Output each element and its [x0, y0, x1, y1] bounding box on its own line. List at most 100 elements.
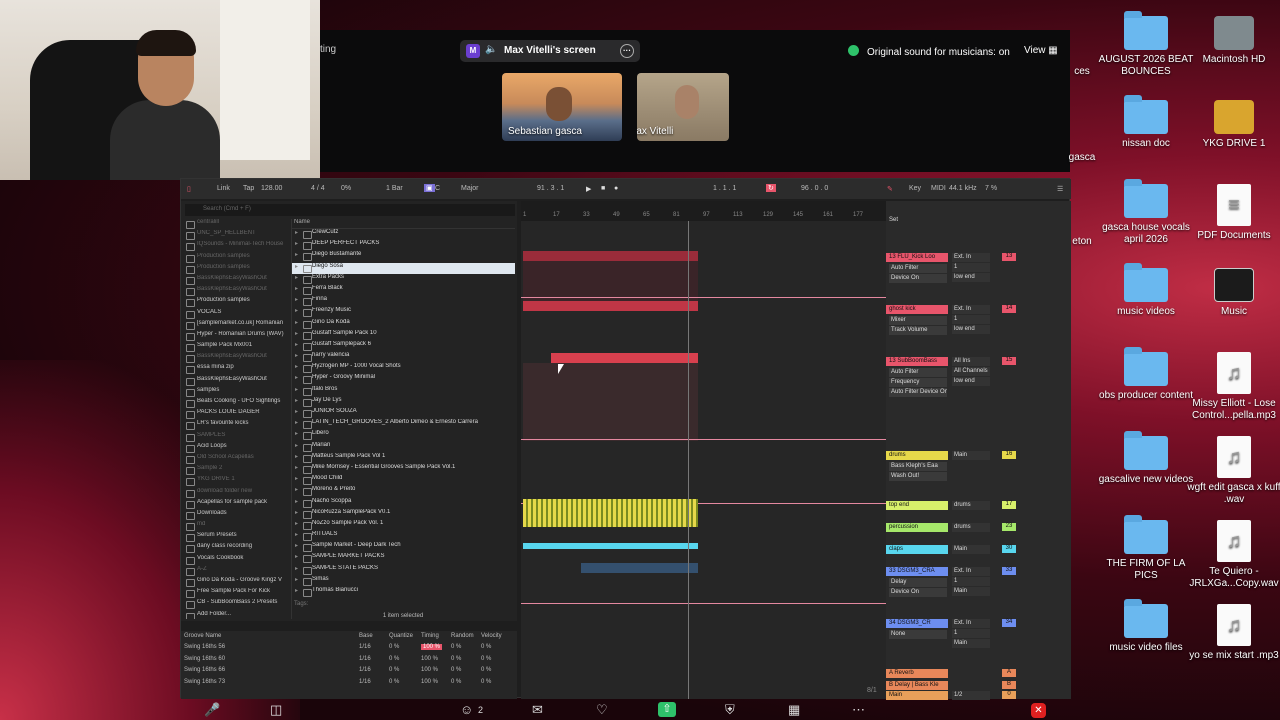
loop-icon[interactable]: ↻ — [766, 184, 776, 192]
desktop-icon[interactable]: Macintosh HD — [1184, 16, 1280, 66]
track-name[interactable]: A Reverb — [886, 669, 948, 678]
track-activator[interactable]: B — [1002, 681, 1016, 689]
browser-folder-item[interactable]: Mike Morrisey - Essential Grooves Sample… — [292, 464, 515, 475]
places-item[interactable]: [samplemarket.co.uk] Romanian — [185, 320, 289, 331]
io-chooser[interactable]: drums — [952, 501, 990, 510]
groove-cell[interactable]: 0 % — [481, 679, 491, 685]
browser-folder-item[interactable]: Hyper - Groovy Minimal — [292, 374, 515, 385]
device-chooser[interactable]: Auto Filter Device On — [889, 388, 947, 397]
groove-cell[interactable]: 1/16 — [359, 656, 371, 662]
browser-folder-item[interactable]: Thomas Bianucci — [292, 587, 515, 598]
io-chooser[interactable]: 1 — [952, 263, 990, 272]
device-chooser[interactable]: Mixer — [889, 316, 947, 325]
groove-cell[interactable]: 0 % — [481, 656, 491, 662]
device-chooser[interactable]: Auto Filter — [889, 368, 947, 377]
chat-icon[interactable]: ✉ — [532, 702, 543, 718]
io-chooser[interactable]: low end — [952, 377, 990, 386]
groove-cell[interactable]: 0 % — [389, 656, 399, 662]
clip-sub-body[interactable] — [523, 363, 698, 441]
track-activator[interactable]: 14 — [1002, 305, 1016, 313]
key-map-button[interactable]: Key — [909, 185, 921, 192]
browser-folder-item[interactable]: Simas — [292, 576, 515, 587]
loop-length[interactable]: 96 . 0 . 0 — [801, 185, 828, 192]
track-name[interactable]: 13 SubBoomBass — [886, 357, 948, 366]
groove-cell[interactable]: 0 % — [451, 656, 461, 662]
track-name[interactable]: percussion — [886, 523, 948, 532]
track-activator[interactable]: 30 — [1002, 545, 1016, 553]
reactions-icon[interactable]: ♡ — [596, 702, 608, 718]
places-item[interactable]: IQSounds - Minimal-Tech House — [185, 241, 289, 252]
desktop-icon[interactable]: ♫ yo se mix start .mp3 — [1184, 604, 1280, 662]
groove-cell[interactable]: 100 % — [421, 679, 438, 685]
io-chooser[interactable]: Ext. In — [952, 253, 990, 262]
places-item[interactable]: Old School Acapellas — [185, 454, 289, 465]
device-chooser[interactable]: Bass Kleph's Eaa — [889, 462, 947, 471]
play-icon[interactable]: ▶ — [586, 185, 591, 193]
groove-cell[interactable]: 1/16 — [359, 679, 371, 685]
browser-folder-item[interactable]: harry valencia — [292, 352, 515, 363]
browser-folder-item[interactable]: Extra Packs — [292, 274, 515, 285]
screen-share-pill[interactable]: M 🔈 Max Vitelli's screen ··· — [460, 40, 640, 62]
name-column-header[interactable]: Name — [292, 219, 515, 229]
places-item[interactable]: centralill — [185, 219, 289, 230]
desktop-icon[interactable]: gascalive new videos — [1096, 431, 1196, 486]
more-options-icon[interactable]: ⋯ — [852, 702, 865, 718]
desktop-icon[interactable]: music videos — [1096, 263, 1196, 318]
browser-folder-item[interactable]: Hy2rogen MP - 1000 Vocal Shots — [292, 363, 515, 374]
groove-cell[interactable]: 0 % — [451, 644, 461, 650]
track-name[interactable]: B Delay | Bass Kle — [886, 681, 948, 690]
track-name[interactable]: ghost kick — [886, 305, 948, 314]
browser-folder-item[interactable]: RITUALS — [292, 531, 515, 542]
track-name[interactable]: 33 DSGM3_CRA — [886, 567, 948, 576]
menu-icon[interactable]: ☰ — [1057, 185, 1063, 193]
io-chooser[interactable]: 1/2 — [952, 691, 990, 700]
places-item[interactable]: CB - SubBoomBass 2 Presets — [185, 599, 289, 610]
places-item[interactable]: Sample 2 — [185, 465, 289, 476]
mic-muted-icon[interactable]: 🎤 — [204, 702, 220, 718]
io-chooser[interactable]: All Channels — [952, 367, 990, 376]
browser-search-input[interactable]: Search (Cmd + F) — [185, 204, 515, 216]
desktop-icon[interactable]: ≡ PDF Documents — [1184, 184, 1280, 242]
groove-row[interactable]: Swing 16ths 56 1/16 0 % 100 % 0 % 0 % — [184, 644, 514, 654]
browser-folder-item[interactable]: Jay De Lys — [292, 397, 515, 408]
device-chooser[interactable]: Track Volume — [889, 326, 947, 335]
device-chooser[interactable]: Device On — [889, 274, 947, 283]
io-chooser[interactable]: Ext. In — [952, 567, 990, 576]
places-item[interactable]: Production samples — [185, 264, 289, 275]
track-activator[interactable]: 23 — [1002, 523, 1016, 531]
stop-icon[interactable]: ■ — [601, 185, 605, 192]
track-name[interactable]: 34 DSGM3_CR — [886, 619, 948, 628]
track-activator[interactable]: 15 — [1002, 357, 1016, 365]
desktop-icon[interactable]: obs producer content — [1096, 347, 1196, 402]
places-item[interactable]: Acid Loops — [185, 443, 289, 454]
places-item[interactable]: SAMPLES — [185, 432, 289, 443]
record-icon[interactable]: ● — [614, 185, 618, 192]
places-item[interactable]: dany class recording — [185, 543, 289, 554]
places-item[interactable]: A-Z — [185, 566, 289, 577]
places-item[interactable]: essa mina zip — [185, 364, 289, 375]
browser-folder-item[interactable]: LATIN_TECH_GROOVES_2 Alberto Dimeo & Ern… — [292, 419, 515, 430]
groove-row[interactable]: Swing 16ths 73 1/16 0 % 100 % 0 % 0 % — [184, 679, 514, 689]
places-item[interactable]: BassKlephsEasyWashOut — [185, 275, 289, 286]
video-icon[interactable]: ◫ — [270, 702, 282, 718]
share-screen-icon[interactable]: ⇧ — [658, 702, 676, 717]
browser-folder-item[interactable]: Italo Bros — [292, 386, 515, 397]
groove-cell[interactable]: 0 % — [481, 644, 491, 650]
places-item[interactable]: Vocals Cookbook — [185, 555, 289, 566]
groove-row[interactable]: Swing 16ths 60 1/16 0 % 100 % 0 % 0 % — [184, 656, 514, 666]
groove-cell[interactable]: 100 % — [421, 644, 443, 650]
places-item[interactable]: Production samples — [185, 253, 289, 264]
desktop-icon[interactable]: Music — [1184, 268, 1280, 318]
places-item[interactable]: Sample Pack Mx001 — [185, 342, 289, 353]
browser-folder-item[interactable]: Diego Sosa — [292, 262, 515, 274]
groove-cell[interactable]: 0 % — [451, 667, 461, 673]
link-button[interactable]: Link — [217, 185, 230, 192]
browser-folder-item[interactable]: SAMPLE STATE PACKS — [292, 565, 515, 576]
more-icon[interactable]: ··· — [620, 44, 634, 58]
track-activator[interactable]: 34 — [1002, 619, 1016, 627]
io-chooser[interactable]: Main — [952, 639, 990, 648]
desktop-icon[interactable]: AUGUST 2026 BEAT BOUNCES — [1096, 11, 1196, 78]
places-item[interactable]: Acapellas for sample pack — [185, 499, 289, 510]
desktop-icon[interactable]: ♫ wgft edit gasca x kuff .wav — [1184, 436, 1280, 506]
groove-cell[interactable]: 1/16 — [359, 667, 371, 673]
